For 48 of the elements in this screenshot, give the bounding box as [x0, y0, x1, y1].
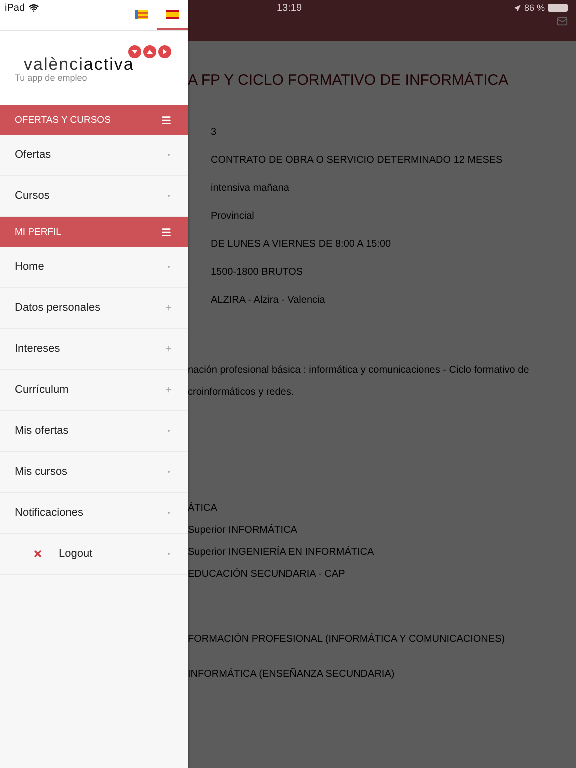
study-text: EDUCACIÓN SECUNDARIA - CAP: [188, 569, 346, 581]
close-icon: [33, 549, 43, 559]
menu-item-label: Mis ofertas: [15, 425, 69, 437]
detail-text: 1500-1800 BRUTOS: [211, 267, 304, 279]
menu-item-label: Currículum: [15, 384, 69, 396]
detail-text: ALZIRA - Alzira - Valencia: [211, 295, 326, 307]
detail-text: 3: [211, 127, 218, 139]
device-name: iPad: [5, 3, 26, 14]
status-time: 13:19: [277, 3, 304, 16]
detail-text: CONTRATO DE OBRA O SERVICIO DETERMINADO 12 MESES: [211, 155, 504, 167]
study-text: Superior INGENIERÍA EN INFORMÁTICA: [188, 547, 376, 559]
mail-icon[interactable]: [557, 16, 568, 27]
plus-icon: [165, 304, 173, 312]
menu-item-label: Notificaciones: [15, 507, 84, 519]
striped-flag-icon: [135, 10, 148, 18]
section-header[interactable]: OFERTAS Y CURSOS: [0, 105, 188, 135]
section-title: MI PERFIL: [15, 226, 62, 238]
logo-tagline: Tu app de empleo: [15, 73, 88, 83]
location-icon: [514, 4, 522, 12]
description-text: nación profesional básica : informática y comunicaciones - Ciclo formativo de: [188, 365, 530, 377]
plus-icon: [165, 345, 173, 353]
menu-item-label: Ofertas: [15, 149, 52, 161]
study-text: ÁTICA: [188, 503, 218, 515]
section-header[interactable]: MI PERFIL: [0, 217, 188, 247]
menu-item-label: Datos personales: [15, 302, 101, 314]
section-title: OFERTAS Y CURSOS: [15, 114, 111, 126]
description-text: croinformáticos y redes.: [188, 387, 296, 399]
battery-percent: 86 %: [524, 3, 545, 13]
detail-text: DE LUNES A VIERNES DE 8:00 A 15:00: [211, 239, 392, 251]
plus-icon: [165, 386, 173, 394]
qualification-text: INFORMÁTICA (ENSEÑANZA SECUNDARIA): [188, 669, 396, 681]
logo-arrows-icon: [128, 45, 172, 59]
detail-text: Provincial: [211, 211, 256, 223]
page-title: A FP Y CICLO FORMATIVO DE INFORMÁTICA: [188, 72, 510, 89]
logo-wordmark: valènciactiva: [24, 55, 134, 74]
study-text: Superior INFORMÁTICA: [188, 525, 298, 537]
spanish-flag-icon: [166, 10, 179, 18]
menu-item-label: Intereses: [15, 343, 60, 355]
menu-item-label: Cursos: [15, 190, 50, 202]
wifi-icon: [29, 3, 40, 13]
menu-icon: [161, 226, 172, 238]
detail-text: intensiva mañana: [211, 183, 290, 195]
battery-icon: [548, 4, 568, 12]
menu-item-label: Mis cursos: [15, 466, 68, 478]
qualification-text: FORMACIÓN PROFESIONAL (INFORMÁTICA Y COMUNICACIONES): [188, 634, 506, 646]
menu-item-label: Logout: [59, 548, 93, 560]
menu-icon: [161, 114, 172, 126]
menu-item-label: Home: [15, 261, 44, 273]
